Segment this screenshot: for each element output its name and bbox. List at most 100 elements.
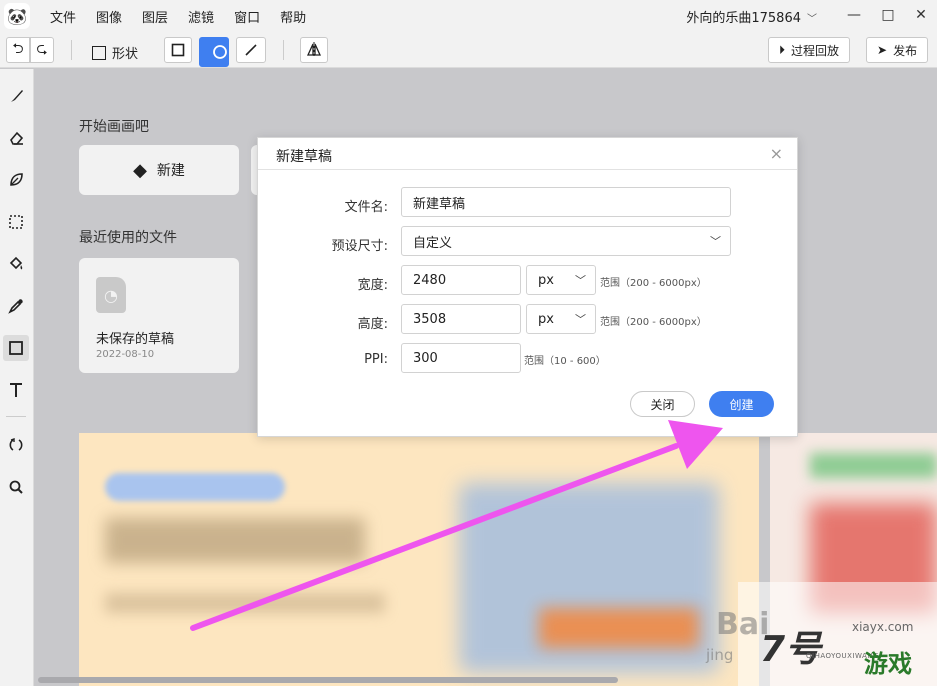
toolbar-divider xyxy=(283,40,284,60)
marquee-tool[interactable] xyxy=(3,209,29,235)
history-label: 过程回放 xyxy=(791,43,840,58)
redo-button[interactable]: ⮎ xyxy=(30,37,54,63)
chevron-down-icon: ﹀ xyxy=(710,235,721,248)
height-range-hint: 范围（200 - 6000px） xyxy=(600,317,707,328)
publish-label: 发布 xyxy=(893,43,918,58)
start-title: 开始画画吧 xyxy=(79,119,149,135)
close-button[interactable]: 关闭 xyxy=(630,391,695,417)
flip-icon xyxy=(306,42,322,58)
rectangle-shape-button[interactable] xyxy=(164,37,192,63)
shape-label: 形状 xyxy=(112,47,139,62)
flip-button[interactable] xyxy=(300,37,328,63)
eyedropper-icon xyxy=(8,299,23,314)
width-range-hint: 范围（200 - 6000px） xyxy=(600,278,707,289)
ppi-label: PPI: xyxy=(364,352,388,367)
recent-file-name: 未保存的草稿 xyxy=(96,332,175,347)
user-name: 外向的乐曲175864 xyxy=(686,11,801,26)
circle-icon xyxy=(212,45,227,59)
create-button[interactable]: 创建 xyxy=(709,391,774,417)
checkbox-icon xyxy=(92,45,106,60)
menu-file[interactable]: 文件 xyxy=(40,7,86,26)
filename-label: 文件名: xyxy=(344,200,388,215)
shape-tool[interactable] xyxy=(3,335,29,361)
height-input[interactable]: 3508 xyxy=(401,304,521,334)
shape-checkbox[interactable]: 形状 xyxy=(92,43,138,62)
eraser-tool[interactable] xyxy=(3,125,29,151)
recent-title: 最近使用的文件 xyxy=(79,230,177,246)
file-icon: ◔ xyxy=(96,277,126,313)
tool-panel xyxy=(0,69,34,686)
height-unit-select[interactable]: px ﹀ xyxy=(526,304,596,334)
line-shape-button[interactable] xyxy=(236,37,266,63)
preset-select[interactable]: 自定义 ﹀ xyxy=(401,226,731,256)
menu-bar: 🐼 文件 图像 图层 滤镜 窗口 帮助 外向的乐曲175864 ﹀ — □ ✕ xyxy=(0,0,937,32)
play-circle-icon: ⏵ xyxy=(779,42,786,57)
height-unit-value: px xyxy=(538,311,554,327)
text-tool[interactable] xyxy=(3,377,29,403)
width-unit-value: px xyxy=(538,272,554,288)
leaf-icon xyxy=(10,173,23,186)
maximize-button[interactable]: □ xyxy=(870,0,906,30)
dialog-title: 新建草稿 xyxy=(276,149,332,165)
width-input[interactable]: 2480 xyxy=(401,265,521,295)
filename-input[interactable]: 新建草稿 xyxy=(401,187,731,217)
banner-blur xyxy=(105,473,285,501)
rotate-icon xyxy=(9,438,23,451)
send-icon: ➤ xyxy=(877,43,888,57)
banner-blur xyxy=(105,518,365,563)
zoom-tool[interactable] xyxy=(3,474,29,500)
menu-filter[interactable]: 滤镜 xyxy=(178,7,224,26)
menu-layer[interactable]: 图层 xyxy=(132,7,178,26)
user-menu[interactable]: 外向的乐曲175864 ﹀ xyxy=(686,7,817,26)
smudge-tool[interactable] xyxy=(3,167,29,193)
width-label: 宽度: xyxy=(357,278,388,293)
eyedropper-tool[interactable] xyxy=(3,293,29,319)
height-label: 高度: xyxy=(357,317,388,332)
preset-label: 预设尺寸: xyxy=(331,239,388,254)
fill-tool[interactable] xyxy=(3,251,29,277)
brush-tool[interactable] xyxy=(3,83,29,109)
history-playback-button[interactable]: ⏵ 过程回放 xyxy=(768,37,851,63)
recent-file-card[interactable]: ◔ 未保存的草稿 2022-08-10 xyxy=(79,258,239,373)
minimize-button[interactable]: — xyxy=(836,0,872,30)
banner-blur xyxy=(105,593,385,613)
new-canvas-button[interactable]: ◆ 新建 xyxy=(79,145,239,195)
ppi-range-hint: 范围（10 - 600） xyxy=(524,356,606,367)
close-window-button[interactable]: ✕ xyxy=(903,0,937,30)
rotate-tool[interactable] xyxy=(3,432,29,458)
menu-help[interactable]: 帮助 xyxy=(270,7,316,26)
width-unit-select[interactable]: px ﹀ xyxy=(526,265,596,295)
horizontal-scrollbar[interactable] xyxy=(38,677,618,683)
undo-icon: ⮌ xyxy=(12,41,24,57)
brush-icon xyxy=(11,90,23,102)
menu-image[interactable]: 图像 xyxy=(86,7,132,26)
eraser-icon xyxy=(10,131,24,145)
undo-button[interactable]: ⮌ xyxy=(6,37,30,63)
ppi-input[interactable]: 300 xyxy=(401,343,521,373)
dialog-header: 新建草稿 × xyxy=(258,138,797,170)
publish-button[interactable]: ➤ 发布 xyxy=(866,37,929,63)
toolbar-divider xyxy=(71,40,72,60)
chevron-down-icon: ﹀ xyxy=(575,274,586,287)
line-icon xyxy=(245,44,257,56)
text-icon xyxy=(10,383,22,397)
tool-divider xyxy=(6,416,26,417)
bucket-icon xyxy=(9,256,23,270)
chevron-down-icon: ﹀ xyxy=(807,14,817,25)
promo-banner[interactable] xyxy=(79,433,759,686)
jingyan-watermark: jing xyxy=(706,646,734,664)
shape-icon xyxy=(9,341,23,355)
marquee-icon xyxy=(9,215,23,229)
ellipse-shape-button[interactable] xyxy=(199,37,229,67)
zoom-icon xyxy=(9,480,23,494)
close-icon[interactable]: × xyxy=(770,144,783,163)
chevron-down-icon: ﹀ xyxy=(575,313,586,326)
new-draft-dialog: 新建草稿 × 文件名: 新建草稿 预设尺寸: 自定义 ﹀ 宽度: 2480 px… xyxy=(257,137,798,437)
banner-blur xyxy=(539,608,699,648)
menu-window[interactable]: 窗口 xyxy=(224,7,270,26)
banner-blur xyxy=(810,453,937,478)
site-game-watermark: 游戏 xyxy=(864,650,912,678)
toolbar: ⮌ ⮎ 形状 ⏵ 过程回放 ➤ 发布 xyxy=(0,32,937,68)
rectangle-icon xyxy=(171,43,185,57)
new-label: 新建 xyxy=(156,163,185,179)
